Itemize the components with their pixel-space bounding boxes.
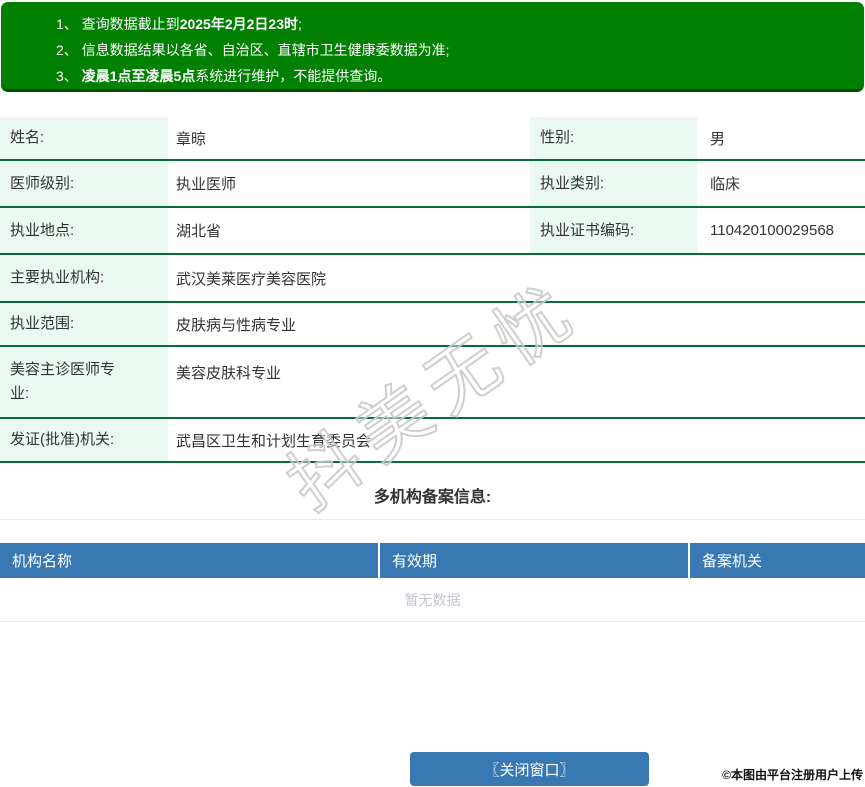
notice-line-2: 2、 信息数据结果以各省、自治区、直辖市卫生健康委数据为准;: [56, 37, 864, 63]
registration-table: 机构名称 有效期 备案机关 暂无数据: [0, 543, 865, 622]
registration-table-header: 机构名称 有效期 备案机关: [0, 543, 865, 578]
field-value-practice-category: 临床: [710, 176, 741, 193]
profile-row-issuing-authority: 发证(批准)机关: 武昌区卫生和计划生育委员会: [0, 419, 865, 463]
profile-row-main-institution: 主要执业机构: 武汉美莱医疗美容医院: [0, 255, 865, 303]
field-label-cert-number: 执业证书编码:: [530, 208, 697, 253]
profile-row-level-category: 医师级别: 执业医师 执业类别: 临床: [0, 161, 865, 208]
notice-bold-text: 凌晨1点至凌晨5点: [81, 68, 196, 84]
field-value-name: 章晾: [176, 130, 207, 148]
field-value-main-institution: 武汉美莱医疗美容医院: [176, 270, 327, 288]
field-label-issuing-authority: 发证(批准)机关:: [0, 419, 168, 461]
notice-text: 信息数据结果以各省、自治区、直辖市卫生健康委数据为准;: [81, 42, 450, 58]
close-window-button[interactable]: 〖关闭窗口〗: [410, 752, 649, 786]
field-label-practice-category: 执业类别:: [530, 161, 697, 206]
field-label-practice-location: 执业地点:: [0, 208, 168, 253]
field-value-gender: 男: [710, 130, 726, 148]
profile-row-location-cert: 执业地点: 湖北省 执业证书编码: 110420100029568: [0, 208, 865, 255]
field-value-cosmetic-specialty: 美容皮肤科专业: [176, 365, 282, 382]
notice-num: 2、: [56, 42, 82, 58]
column-header-registration-authority: 备案机关: [702, 553, 763, 570]
notice-num: 3、: [56, 68, 82, 84]
notice-banner: 1、 查询数据截止到2025年2月2日23时; 2、 信息数据结果以各省、自治区…: [1, 2, 864, 92]
field-value-practice-location: 湖北省: [176, 223, 222, 240]
notice-text: 查询数据截止到: [81, 16, 180, 32]
column-header-institution-name: 机构名称: [0, 543, 380, 578]
notice-num: 1、: [56, 16, 82, 32]
empty-data-placeholder: 暂无数据: [0, 578, 865, 622]
profile-table: 姓名: 章晾 性别: 男 医师级别: 执业医师 执业类别: 临床 执业地点: 湖…: [0, 117, 865, 463]
field-value-doctor-level: 执业医师: [176, 176, 237, 193]
field-label-main-institution: 主要执业机构:: [0, 255, 168, 301]
field-label-doctor-level: 医师级别:: [0, 161, 168, 206]
profile-row-practice-scope: 执业范围: 皮肤病与性病专业: [0, 303, 865, 347]
field-label-gender: 性别:: [530, 117, 697, 159]
field-label-cosmetic-specialty: 美容主诊医师专业:: [0, 347, 168, 417]
notice-line-3: 3、 凌晨1点至凌晨5点系统进行维护，不能提供查询。: [56, 63, 864, 89]
field-value-issuing-authority: 武昌区卫生和计划生育委员会: [176, 432, 372, 450]
notice-text: ;: [297, 16, 302, 32]
notice-bold-text: 2025年2月2日23时: [179, 16, 298, 32]
field-value-practice-scope: 皮肤病与性病专业: [176, 316, 297, 334]
copyright-stamp: ©本图由平台注册用户上传: [722, 768, 863, 782]
column-header-validity-period: 有效期: [380, 543, 690, 578]
notice-text: 系统进行维护，不能提供查询。: [195, 68, 392, 84]
field-label-name: 姓名:: [0, 117, 168, 159]
multi-institution-section-title: 多机构备案信息:: [0, 463, 865, 520]
profile-row-cosmetic-specialty: 美容主诊医师专业: 美容皮肤科专业: [0, 347, 865, 419]
field-label-practice-scope: 执业范围:: [0, 303, 168, 345]
field-value-cert-number: 110420100029568: [710, 222, 835, 239]
profile-row-name-gender: 姓名: 章晾 性别: 男: [0, 117, 865, 161]
notice-line-1: 1、 查询数据截止到2025年2月2日23时;: [56, 11, 864, 37]
